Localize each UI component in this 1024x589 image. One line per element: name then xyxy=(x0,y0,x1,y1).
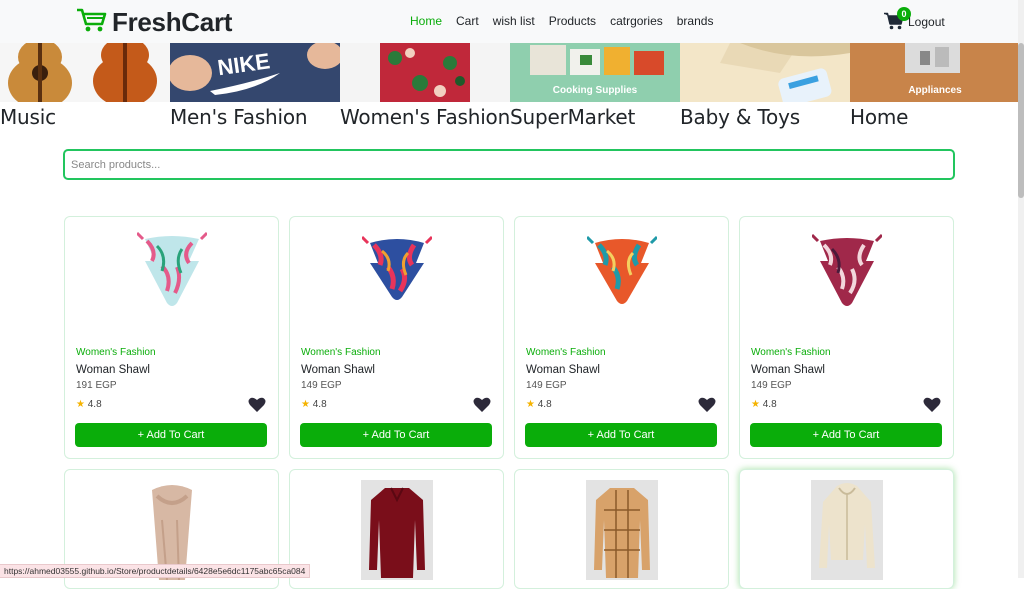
product-price: 191 EGP xyxy=(76,380,117,391)
star-icon: ★ xyxy=(301,399,310,410)
product-price: 149 EGP xyxy=(751,380,792,391)
add-to-cart-button[interactable]: + Add To Cart xyxy=(75,423,267,447)
main-nav: Home Cart wish list Products catrgories … xyxy=(410,14,727,28)
category-slide-baby-toys[interactable]: Baby & Toys xyxy=(680,43,850,133)
product-card[interactable] xyxy=(514,469,729,589)
product-image[interactable] xyxy=(65,231,278,341)
nav-products[interactable]: Products xyxy=(549,14,596,28)
category-image-mens-fashion: NIKE xyxy=(170,43,340,102)
link-preview-statusbar: https://ahmed03555.github.io/Store/produ… xyxy=(0,564,311,578)
category-label-music: Music xyxy=(0,105,56,129)
product-title: Woman Shawl xyxy=(751,364,825,376)
category-label-home: Home xyxy=(850,105,909,129)
category-slide-womens-fashion[interactable]: Women's Fashion xyxy=(340,43,510,133)
product-title: Woman Shawl xyxy=(301,364,375,376)
category-image-caption: Cooking Supplies xyxy=(552,85,638,96)
category-slide-mens-fashion[interactable]: NIKE Men's Fashion xyxy=(170,43,340,133)
category-slide-supermarket[interactable]: Cooking Supplies SuperMarket xyxy=(510,43,680,133)
star-icon: ★ xyxy=(751,399,760,410)
cart-button[interactable]: 0 xyxy=(884,7,911,32)
category-slide-music[interactable]: Music xyxy=(0,43,170,133)
nav-brands[interactable]: brands xyxy=(677,14,714,28)
add-to-cart-button[interactable]: + Add To Cart xyxy=(300,423,492,447)
product-price: 149 EGP xyxy=(526,380,567,391)
product-image[interactable] xyxy=(515,480,728,580)
product-rating: ★ 4.8 xyxy=(76,399,102,410)
product-category: Women's Fashion xyxy=(751,347,831,358)
rating-value: 4.8 xyxy=(87,399,102,410)
page-scrollbar[interactable] xyxy=(1018,0,1024,578)
product-rating: ★ 4.8 xyxy=(301,399,327,410)
scrollbar-thumb[interactable] xyxy=(1018,43,1024,198)
product-image[interactable] xyxy=(290,480,503,580)
wishlist-heart-icon[interactable] xyxy=(248,397,266,413)
category-slide-home[interactable]: Appliances Home xyxy=(850,43,1020,133)
product-card[interactable]: Women's Fashion Woman Shawl 149 EGP ★ 4.… xyxy=(289,216,504,459)
wishlist-heart-icon[interactable] xyxy=(473,397,491,413)
product-category: Women's Fashion xyxy=(526,347,606,358)
category-label-mens-fashion: Men's Fashion xyxy=(170,105,308,129)
product-card[interactable]: Women's Fashion Woman Shawl 191 EGP ★ 4.… xyxy=(64,216,279,459)
product-card[interactable]: Women's Fashion Woman Shawl 149 EGP ★ 4.… xyxy=(739,216,954,459)
product-title: Woman Shawl xyxy=(76,364,150,376)
product-image[interactable] xyxy=(740,231,953,341)
product-price: 149 EGP xyxy=(301,380,342,391)
brand-name: FreshCart xyxy=(112,7,233,37)
category-label-womens-fashion: Women's Fashion xyxy=(340,105,511,129)
category-slider[interactable]: Music NIKE Men's Fashion Women's Fashion… xyxy=(0,43,1020,133)
search-input[interactable] xyxy=(63,149,955,180)
wishlist-heart-icon[interactable] xyxy=(923,397,941,413)
category-label-supermarket: SuperMarket xyxy=(510,105,636,129)
add-to-cart-button[interactable]: + Add To Cart xyxy=(750,423,942,447)
product-title: Woman Shawl xyxy=(526,364,600,376)
category-label-baby-toys: Baby & Toys xyxy=(680,105,800,129)
product-rating: ★ 4.8 xyxy=(751,399,777,410)
navbar: FreshCart Home Cart wish list Products c… xyxy=(0,0,1024,43)
logout-link[interactable]: Logout xyxy=(908,15,945,29)
product-category: Women's Fashion xyxy=(76,347,156,358)
star-icon: ★ xyxy=(76,399,85,410)
product-card[interactable]: Women's Fashion Woman Shawl 149 EGP ★ 4.… xyxy=(514,216,729,459)
cart-logo-icon xyxy=(76,6,108,39)
wishlist-heart-icon[interactable] xyxy=(698,397,716,413)
product-rating: ★ 4.8 xyxy=(526,399,552,410)
product-image[interactable] xyxy=(290,231,503,341)
category-image-supermarket: Cooking Supplies xyxy=(510,43,680,102)
product-category: Women's Fashion xyxy=(301,347,381,358)
rating-value: 4.8 xyxy=(312,399,327,410)
rating-value: 4.8 xyxy=(762,399,777,410)
star-icon: ★ xyxy=(526,399,535,410)
rating-value: 4.8 xyxy=(537,399,552,410)
nav-home[interactable]: Home xyxy=(410,14,442,28)
nav-wishlist[interactable]: wish list xyxy=(493,14,535,28)
nav-categories[interactable]: catrgories xyxy=(610,14,663,28)
product-image[interactable] xyxy=(740,480,953,580)
product-card[interactable] xyxy=(739,469,954,589)
product-card[interactable] xyxy=(289,469,504,589)
category-image-baby-toys xyxy=(680,43,850,102)
category-image-music xyxy=(0,43,170,102)
product-image[interactable] xyxy=(515,231,728,341)
category-image-home: Appliances xyxy=(850,43,1020,102)
category-image-caption-home: Appliances xyxy=(908,85,962,96)
nav-cart[interactable]: Cart xyxy=(456,14,479,28)
brand-logo[interactable]: FreshCart xyxy=(76,6,232,39)
category-image-womens-fashion xyxy=(340,43,510,102)
add-to-cart-button[interactable]: + Add To Cart xyxy=(525,423,717,447)
